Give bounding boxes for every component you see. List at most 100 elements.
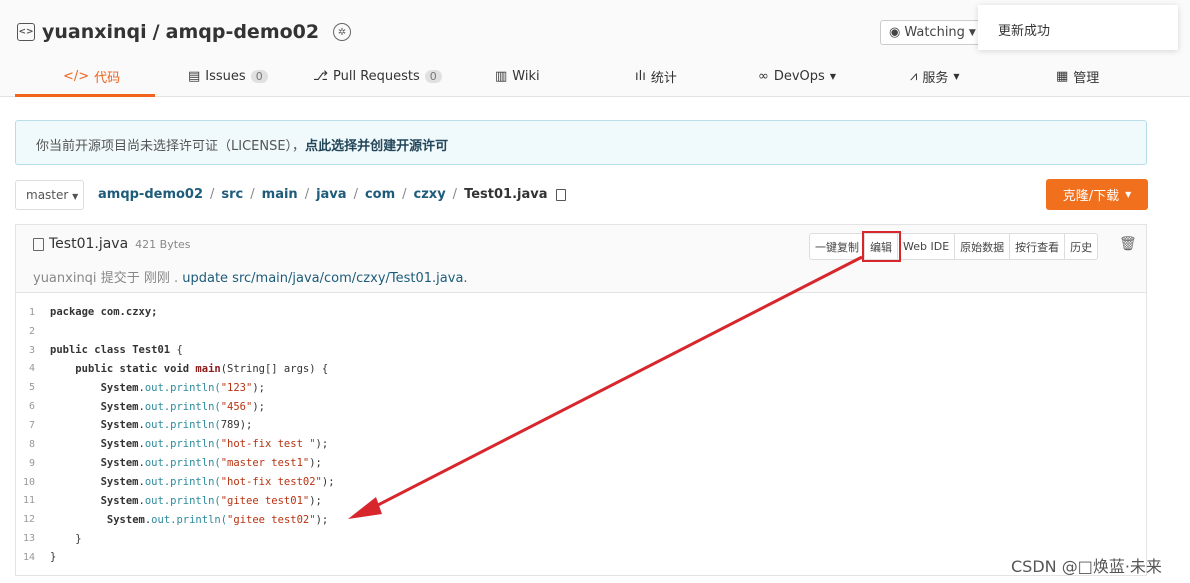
- file-name: Test01.java: [49, 236, 129, 252]
- tab-wiki[interactable]: ▥ Wiki: [495, 56, 540, 97]
- line-number: 11: [22, 495, 35, 507]
- class-ref: System: [100, 381, 139, 394]
- repo-owner-link[interactable]: yuanxinqi: [42, 21, 147, 43]
- method-call: .println(: [163, 400, 221, 413]
- method-call: .println(: [163, 438, 221, 451]
- blame-button[interactable]: 按行查看: [1010, 234, 1066, 259]
- tab-code[interactable]: </> 代码: [63, 56, 120, 97]
- method-call: .println(: [163, 457, 221, 470]
- code-line: 2: [16, 322, 335, 341]
- clone-download-button[interactable]: 克隆/下载 ▼: [1046, 179, 1148, 210]
- method-call: .println(: [170, 513, 228, 526]
- number-literal: 789: [220, 419, 240, 432]
- class-ref: System: [100, 494, 139, 507]
- watch-label: Watching: [904, 25, 965, 40]
- keyword: public class: [50, 344, 126, 357]
- gvp-badge-icon[interactable]: ✲: [333, 23, 352, 41]
- breadcrumb-current-file: Test01.java: [464, 187, 548, 202]
- tab-manage[interactable]: ▦ 管理: [1056, 56, 1099, 97]
- line-number: 14: [22, 551, 35, 563]
- code-block: 1 package com.czxy; 2 3 public class Test0…: [16, 303, 335, 567]
- history-button[interactable]: 历史: [1065, 234, 1097, 259]
- chevron-down-icon: ▼: [953, 72, 960, 81]
- commit-message[interactable]: update src/main/java/com/czxy/Test01.jav…: [182, 271, 467, 286]
- file-icon: [33, 237, 44, 251]
- method-call: .println(: [163, 419, 221, 432]
- code-text: }: [75, 532, 82, 545]
- string-literal: "gitee test01": [220, 494, 310, 507]
- breadcrumb: amqp-demo02 / src / main / java / com / …: [98, 187, 567, 202]
- file-header: Test01.java 421 Bytes yuanxinqi 提交于 刚刚 .…: [16, 225, 1146, 293]
- class-name: Test01: [132, 344, 171, 357]
- code-text: );: [321, 476, 335, 489]
- watch-button[interactable]: ◉ Watching ▼: [880, 20, 985, 45]
- tab-label: 代码: [94, 71, 121, 86]
- tab-label: Wiki: [512, 69, 540, 84]
- field-ref: out: [144, 419, 164, 432]
- breadcrumb-item[interactable]: czxy: [414, 187, 446, 202]
- trash-icon[interactable]: 🗑: [1119, 236, 1137, 252]
- field-ref: out: [151, 513, 171, 526]
- line-number: 12: [22, 514, 35, 526]
- copy-path-icon[interactable]: [556, 188, 567, 201]
- tab-stats[interactable]: ılı 统计: [635, 56, 677, 97]
- breadcrumb-item[interactable]: java: [316, 187, 346, 202]
- tab-pull-requests[interactable]: ⎇ Pull Requests 0: [313, 56, 442, 97]
- commit-author[interactable]: yuanxinqi: [33, 271, 97, 286]
- string-literal: "master test1": [220, 457, 310, 470]
- license-text: 你当前开源项目尚未选择许可证（LICENSE），: [36, 139, 306, 154]
- repo-title: <> yuanxinqi / amqp-demo02 ✲: [17, 21, 352, 43]
- code-line: 10 System.out.println("hot-fix test02");: [16, 473, 335, 492]
- code-text: );: [252, 381, 265, 394]
- code-text: );: [309, 457, 322, 470]
- code-text: );: [315, 513, 329, 526]
- line-number: 8: [28, 438, 35, 450]
- edit-button[interactable]: 编辑: [862, 231, 901, 262]
- line-number: 2: [28, 325, 35, 337]
- class-ref: System: [100, 457, 139, 470]
- string-literal: "hot-fix test02": [220, 476, 322, 489]
- tab-label: Issues: [205, 69, 246, 84]
- line-number: 1: [28, 306, 35, 318]
- watermark: CSDN @□焕蓝·未来: [1011, 557, 1162, 576]
- method-call: .println(: [163, 381, 221, 394]
- field-ref: out: [144, 457, 164, 470]
- chevron-down-icon: ▼: [1125, 190, 1132, 199]
- tab-label: Pull Requests: [332, 69, 420, 84]
- repo-name-link[interactable]: amqp-demo02: [166, 21, 319, 43]
- breadcrumb-separator: /: [304, 187, 310, 202]
- package-name: com.czxy;: [100, 306, 158, 319]
- line-number: 6: [28, 401, 35, 413]
- raw-button[interactable]: 原始数据: [955, 234, 1011, 259]
- field-ref: out: [144, 476, 164, 489]
- copy-all-button[interactable]: 一键复制: [810, 234, 865, 259]
- code-line: 6 System.out.println("456");: [16, 397, 335, 416]
- eye-icon: ◉: [889, 25, 901, 40]
- breadcrumb-item[interactable]: amqp-demo02: [98, 187, 203, 202]
- branch-select[interactable]: master ▼: [15, 180, 84, 210]
- code-line: 7 System.out.println(789);: [16, 416, 335, 435]
- breadcrumb-item[interactable]: src: [221, 187, 243, 202]
- line-number: 4: [28, 363, 35, 375]
- class-ref: System: [100, 419, 139, 432]
- code-text: (String[] args) {: [220, 362, 329, 375]
- breadcrumb-item[interactable]: main: [262, 187, 298, 202]
- code-line: 5 System.out.println("123");: [16, 378, 335, 397]
- field-ref: out: [144, 381, 164, 394]
- tab-label: 统计: [650, 71, 677, 86]
- web-ide-button[interactable]: Web IDE: [898, 234, 956, 259]
- code-text: );: [252, 400, 265, 413]
- chevron-down-icon: ▼: [968, 27, 976, 38]
- tab-devops[interactable]: ∞ DevOps ▼: [758, 56, 836, 97]
- code-line: 12 System.out.println("gitee test02");: [16, 510, 335, 529]
- infinity-icon: ∞: [758, 69, 769, 84]
- breadcrumb-item[interactable]: com: [365, 187, 395, 202]
- clone-label: 克隆/下载: [1062, 189, 1120, 204]
- field-ref: out: [144, 438, 164, 451]
- tab-label: 服务: [922, 71, 949, 86]
- tab-issues[interactable]: ▤ Issues 0: [188, 56, 268, 97]
- code-line: 3 public class Test01 {: [16, 341, 335, 360]
- tab-services[interactable]: ⩘ 服务 ▼: [910, 56, 960, 97]
- tab-label: DevOps: [773, 69, 825, 84]
- license-link[interactable]: 点此选择并创建开源许可: [305, 139, 448, 154]
